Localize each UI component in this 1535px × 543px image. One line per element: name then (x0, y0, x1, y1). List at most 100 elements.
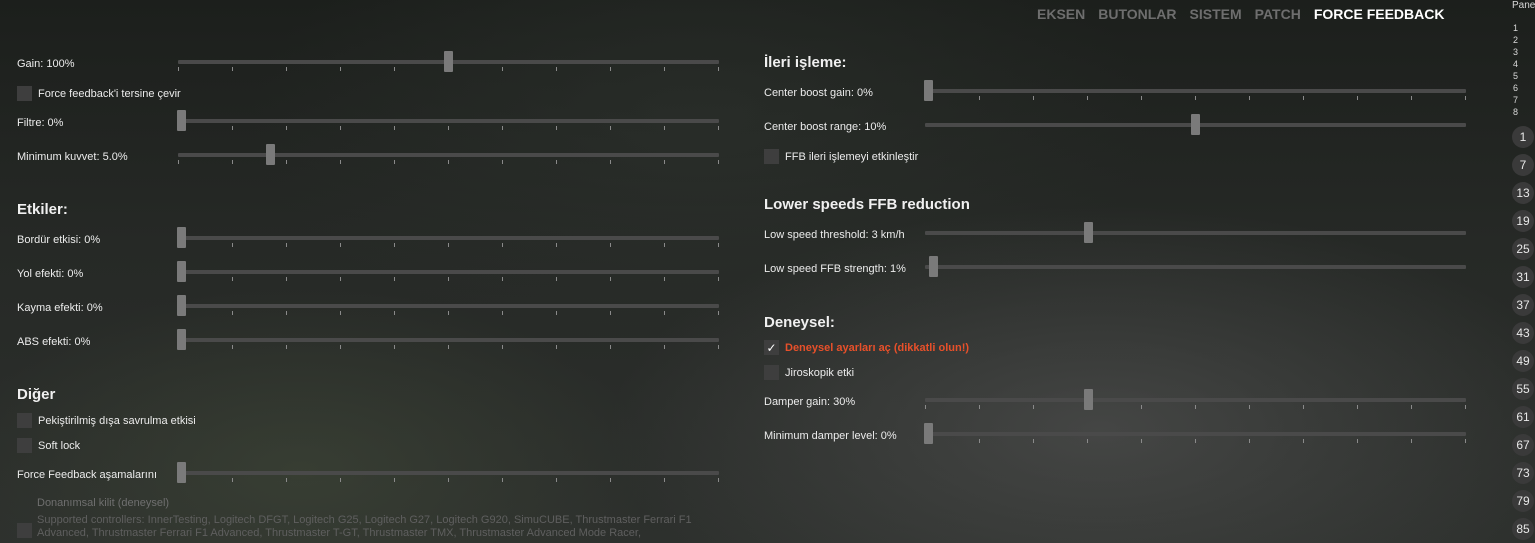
slider-track[interactable] (178, 236, 719, 240)
slider-track[interactable] (925, 89, 1466, 93)
tab-butonlar[interactable]: BUTONLAR (1098, 6, 1176, 22)
damper-gain-slider[interactable] (925, 389, 1466, 411)
slider-tick (610, 243, 611, 247)
slider-tick (394, 311, 395, 315)
slider-thumb[interactable] (924, 80, 933, 101)
slider-track[interactable] (178, 304, 719, 308)
slider-track[interactable] (178, 338, 719, 342)
enhanced-understeer-checkbox[interactable]: Pekiştirilmiş dışa savrulma etkisi (17, 413, 196, 428)
panel-circle-button[interactable]: 55 (1512, 378, 1534, 400)
panel-number-item[interactable]: 2 (1513, 36, 1518, 45)
slider-thumb[interactable] (924, 423, 933, 444)
panel-circle-button[interactable]: 79 (1512, 490, 1534, 512)
tab-force-feedback[interactable]: FORCE FEEDBACK (1314, 6, 1445, 22)
slider-tick (394, 478, 395, 482)
panel-number-item[interactable]: 1 (1513, 24, 1518, 33)
min-force-slider[interactable] (178, 144, 719, 166)
lowspeed-threshold-label: Low speed threshold: 3 km/h (764, 229, 904, 241)
abs-effect-slider[interactable] (177, 329, 719, 351)
panel-number-item[interactable]: 4 (1513, 60, 1518, 69)
panel-circle-button[interactable]: 43 (1512, 322, 1534, 344)
panel-circle-button[interactable]: 61 (1512, 406, 1534, 428)
slider-thumb[interactable] (1083, 222, 1093, 243)
slider-tick (340, 67, 341, 71)
soft-lock-label: Soft lock (38, 439, 81, 452)
panel-number-item[interactable]: 6 (1513, 84, 1518, 93)
slider-tick (502, 311, 503, 315)
tab-patch[interactable]: PATCH (1255, 6, 1301, 22)
slider-tick (232, 160, 233, 164)
slider-tick (502, 478, 503, 482)
panel-number-item[interactable]: 3 (1513, 48, 1518, 57)
road-effect-slider[interactable] (177, 261, 719, 283)
slider-track[interactable] (925, 432, 1466, 436)
slider-track[interactable] (178, 119, 719, 123)
slip-effect-slider[interactable] (177, 295, 719, 317)
filter-slider[interactable] (177, 110, 719, 132)
panel-circle-button[interactable]: 37 (1512, 294, 1534, 316)
enable-postprocess-checkbox[interactable]: FFB ileri işlemeyi etkinleştir (764, 149, 918, 164)
slider-tick (286, 478, 287, 482)
lowspeed-threshold-slider[interactable] (925, 222, 1466, 244)
slider-thumb[interactable] (1083, 389, 1093, 410)
slider-track[interactable] (925, 231, 1466, 235)
slider-tick (718, 160, 719, 164)
gain-slider[interactable] (178, 51, 719, 73)
slider-thumb[interactable] (177, 227, 186, 248)
gyro-checkbox[interactable]: Jiroskopik etki (764, 365, 854, 380)
min-damper-slider[interactable] (924, 423, 1466, 445)
panel-circle-button[interactable]: 7 (1512, 154, 1534, 176)
center-boost-range-label: Center boost range: 10% (764, 121, 887, 133)
slider-thumb[interactable] (177, 261, 186, 282)
panel-circle-button[interactable]: 13 (1512, 182, 1534, 204)
panel-circle-button[interactable]: 1 (1512, 126, 1534, 148)
tab-eksen[interactable]: EKSEN (1037, 6, 1085, 22)
slider-thumb[interactable] (177, 110, 186, 131)
slider-thumb[interactable] (266, 144, 275, 165)
enhanced-understeer-label: Pekiştirilmiş dışa savrulma etkisi (38, 414, 196, 427)
slider-thumb[interactable] (929, 256, 939, 277)
slider-tick (448, 126, 449, 130)
slider-tick (448, 311, 449, 315)
slider-thumb[interactable] (177, 462, 186, 483)
slider-ticks (178, 478, 719, 483)
slider-ticks (925, 96, 1466, 101)
panel-circle-button[interactable]: 85 (1512, 518, 1534, 540)
experimental-enable-checkbox[interactable]: ✓ Deneysel ayarları aç (dikkatli olun!) (764, 340, 969, 355)
slider-track[interactable] (925, 398, 1466, 402)
slider-thumb[interactable] (177, 329, 186, 350)
soft-lock-checkbox[interactable]: Soft lock (17, 438, 80, 453)
panel-number-item[interactable]: 7 (1513, 96, 1518, 105)
slider-tick (448, 160, 449, 164)
slider-tick (1249, 439, 1250, 443)
slider-thumb[interactable] (443, 51, 453, 72)
checkbox-box (17, 523, 32, 538)
ffb-steps-slider[interactable] (177, 462, 719, 484)
center-boost-range-slider[interactable] (925, 114, 1466, 136)
panel-circle-button[interactable]: 19 (1512, 210, 1534, 232)
slider-tick (1195, 405, 1196, 409)
panel-number-item[interactable]: 8 (1513, 108, 1518, 117)
hardware-lock-checkbox[interactable] (17, 523, 38, 538)
slider-track[interactable] (178, 471, 719, 475)
slider-tick (718, 277, 719, 281)
slider-track[interactable] (178, 270, 719, 274)
checkbox-box (17, 413, 32, 428)
panel-number-item[interactable]: 5 (1513, 72, 1518, 81)
invert-ffb-checkbox[interactable]: Force feedback'i tersine çevir (17, 86, 181, 101)
panel-circle-button[interactable]: 49 (1512, 350, 1534, 372)
slider-tick (232, 277, 233, 281)
panel-circle-button[interactable]: 31 (1512, 266, 1534, 288)
slider-track[interactable] (925, 265, 1466, 269)
slider-tick (340, 478, 341, 482)
slider-thumb[interactable] (177, 295, 186, 316)
slider-track[interactable] (178, 153, 719, 157)
panel-circle-button[interactable]: 73 (1512, 462, 1534, 484)
tab-sistem[interactable]: SISTEM (1190, 6, 1242, 22)
panel-circle-button[interactable]: 67 (1512, 434, 1534, 456)
panel-circle-button[interactable]: 25 (1512, 238, 1534, 260)
kerb-effect-slider[interactable] (177, 227, 719, 249)
slider-thumb[interactable] (1190, 114, 1200, 135)
center-boost-gain-slider[interactable] (924, 80, 1466, 102)
lowspeed-strength-slider[interactable] (925, 256, 1466, 278)
